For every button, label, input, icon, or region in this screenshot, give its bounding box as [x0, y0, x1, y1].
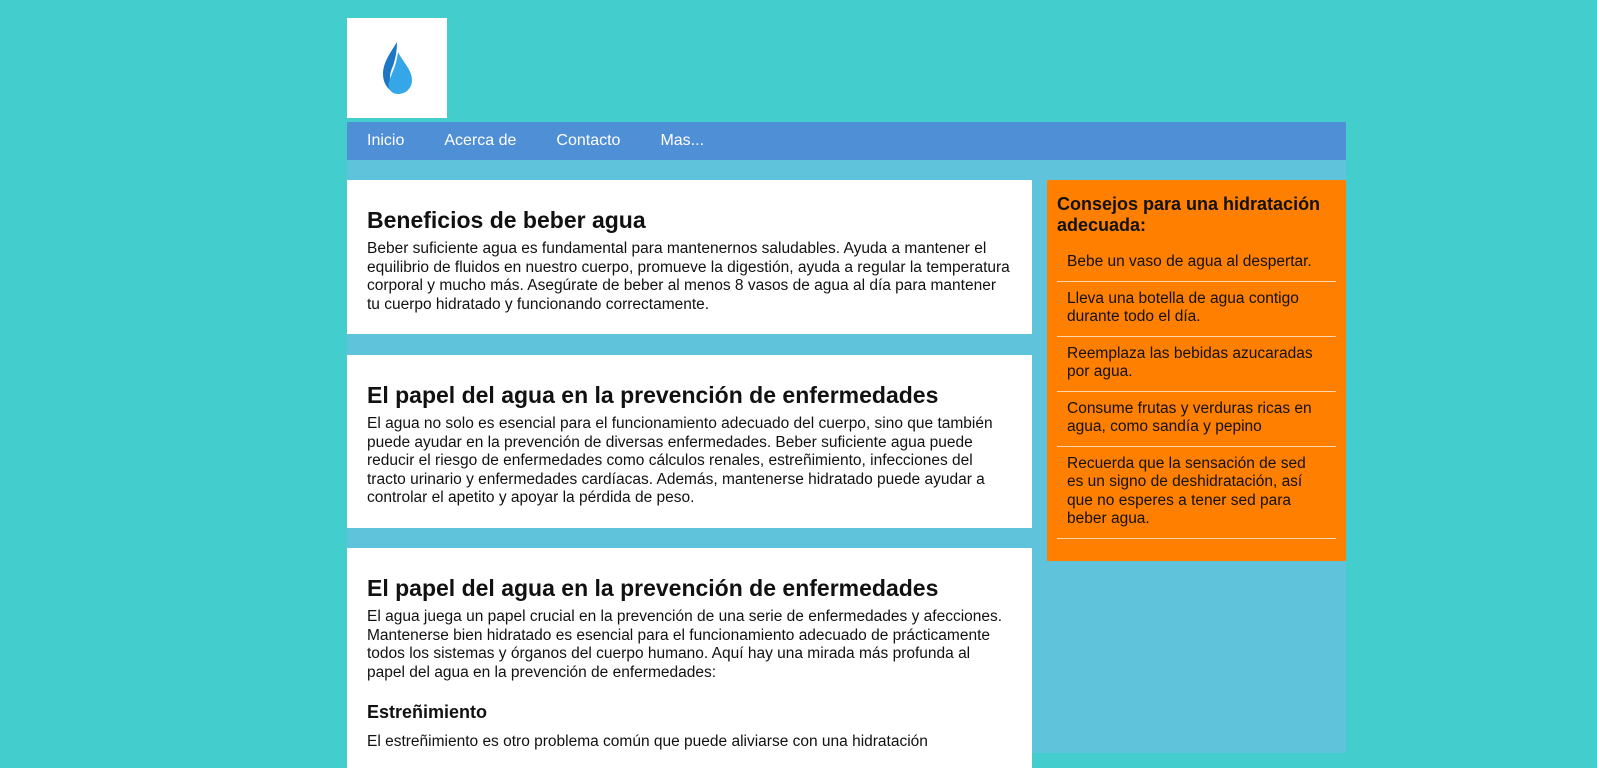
- main-nav: Inicio Acerca de Contacto Mas...: [347, 122, 1346, 160]
- section-title: El papel del agua en la prevención de en…: [367, 575, 939, 601]
- section-text: El agua no solo es esencial para el func…: [367, 415, 993, 506]
- tip-item: Reemplaza las bebidas azucaradas por agu…: [1057, 337, 1336, 392]
- tip-item: Consume frutas y verduras ricas en agua,…: [1057, 392, 1336, 447]
- water-drop-icon: [383, 42, 412, 94]
- section-text: El agua juega un papel crucial en la pre…: [367, 608, 1003, 681]
- site-logo[interactable]: [347, 18, 447, 118]
- nav-item-mas[interactable]: Mas...: [660, 132, 704, 150]
- nav-item-acerca-de[interactable]: Acerca de: [444, 132, 516, 150]
- subsection-text: El estreñimiento es otro problema común …: [367, 733, 928, 750]
- sidebar-title: Consejos para una hidratación adecuada:: [1057, 194, 1321, 235]
- nav-item-contacto[interactable]: Contacto: [556, 132, 620, 150]
- section-title: El papel del agua en la prevención de en…: [367, 382, 939, 408]
- tip-item: Lleva una botella de agua contigo durant…: [1057, 282, 1336, 337]
- tip-item: Bebe un vaso de agua al despertar.: [1057, 245, 1336, 282]
- section-text: Beber suficiente agua es fundamental par…: [367, 240, 1010, 313]
- nav-item-inicio[interactable]: Inicio: [367, 132, 404, 150]
- section-beneficios: Beneficios de beber agua Beber suficient…: [347, 180, 1032, 334]
- section-prevencion-detalle: El papel del agua en la prevención de en…: [347, 548, 1032, 768]
- tip-item: Recuerda que la sensación de sed es un s…: [1057, 447, 1336, 539]
- tips-list: Bebe un vaso de agua al despertar. Lleva…: [1057, 245, 1336, 539]
- section-prevencion: El papel del agua en la prevención de en…: [347, 355, 1032, 528]
- section-title: Beneficios de beber agua: [367, 207, 646, 233]
- header: [347, 0, 1346, 122]
- page-container: Inicio Acerca de Contacto Mas... Benefic…: [347, 0, 1346, 768]
- subsection-title: Estreñimiento: [367, 702, 488, 722]
- hydration-tips-sidebar: Consejos para una hidratación adecuada: …: [1047, 180, 1346, 561]
